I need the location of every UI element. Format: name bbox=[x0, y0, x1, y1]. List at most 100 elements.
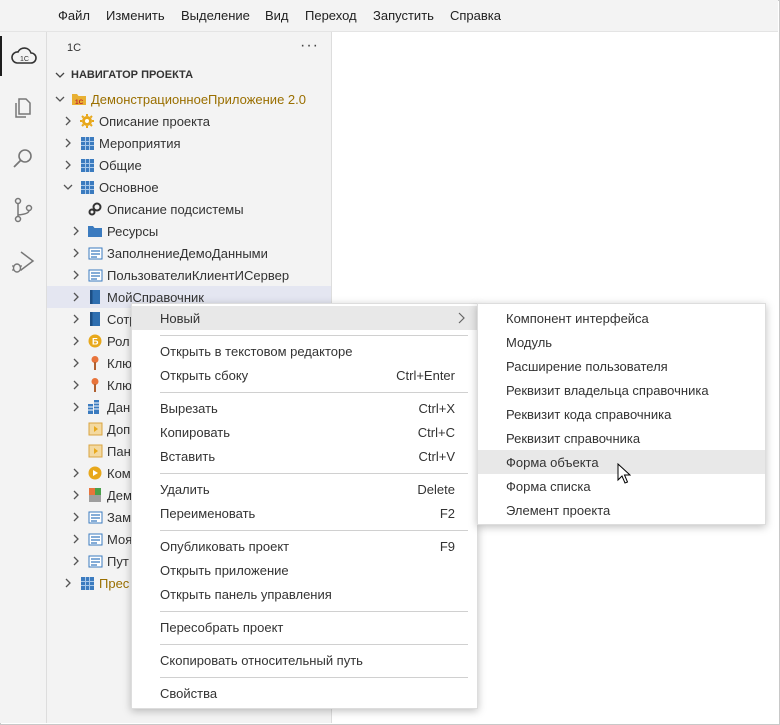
chevron-right-icon[interactable] bbox=[61, 578, 75, 588]
chevron-right-icon[interactable] bbox=[61, 116, 75, 126]
sub-item-label: Форма объекта bbox=[506, 454, 599, 470]
chart-icon bbox=[87, 487, 103, 503]
subsystem-icon bbox=[79, 135, 95, 151]
form-icon bbox=[87, 421, 103, 437]
tree-item-label: Описание подсистемы bbox=[107, 201, 244, 217]
chevron-right-icon[interactable] bbox=[69, 292, 83, 302]
ctx-open-side[interactable]: Открыть сбоку Ctrl+Enter bbox=[132, 363, 477, 387]
chevron-right-icon bbox=[458, 312, 465, 324]
menu-run[interactable]: Запустить bbox=[373, 8, 434, 23]
component-icon bbox=[87, 465, 103, 481]
chevron-right-icon[interactable] bbox=[69, 336, 83, 346]
source-control-icon[interactable] bbox=[0, 190, 46, 230]
ctx-open-text-editor[interactable]: Открыть в текстовом редакторе bbox=[132, 339, 477, 363]
subsystem-icon bbox=[79, 179, 95, 195]
chevron-down-icon[interactable] bbox=[61, 182, 75, 192]
chevron-right-icon[interactable] bbox=[69, 358, 83, 368]
tree-item[interactable]: Ресурсы bbox=[47, 220, 331, 242]
ctx-item-label: Открыть сбоку bbox=[160, 367, 249, 383]
chevron-right-icon[interactable] bbox=[69, 248, 83, 258]
chevron-right-icon[interactable] bbox=[61, 160, 75, 170]
tree-item[interactable]: ЗаполнениеДемоДанными bbox=[47, 242, 331, 264]
chevron-right-icon[interactable] bbox=[69, 512, 83, 522]
divider bbox=[160, 335, 468, 336]
ctx-item-label: Скопировать относительный путь bbox=[160, 652, 363, 668]
sub-item-label: Расширение пользователя bbox=[506, 358, 668, 374]
tree-item[interactable]: Общие bbox=[47, 154, 331, 176]
tree-item[interactable]: Описание подсистемы bbox=[47, 198, 331, 220]
ctx-rebuild[interactable]: Пересобрать проект bbox=[132, 615, 477, 639]
tree-item-label: Моя bbox=[107, 531, 133, 547]
tree-project-root[interactable]: 1C ДемонстрационноеПриложение 2.0 bbox=[47, 88, 331, 110]
ctx-copy[interactable]: Копировать Ctrl+C bbox=[132, 420, 477, 444]
mouse-cursor-icon bbox=[617, 463, 631, 484]
activity-bar: 1C bbox=[0, 32, 47, 723]
ctx-item-label: Новый bbox=[160, 310, 201, 326]
ctx-item-label: Вставить bbox=[160, 448, 216, 464]
ctx-item-label: Открыть в текстовом редакторе bbox=[160, 343, 353, 359]
ctx-delete[interactable]: Удалить Delete bbox=[132, 477, 477, 501]
sub-code-attribute[interactable]: Реквизит кода справочника bbox=[478, 402, 765, 426]
sub-project-element[interactable]: Элемент проекта bbox=[478, 498, 765, 522]
cloud-1c-icon[interactable]: 1C bbox=[0, 36, 46, 76]
menu-edit[interactable]: Изменить bbox=[106, 8, 165, 23]
chevron-right-icon[interactable] bbox=[69, 270, 83, 280]
chevron-right-icon[interactable] bbox=[69, 380, 83, 390]
sub-interface-component[interactable]: Компонент интерфейса bbox=[478, 306, 765, 330]
chevron-right-icon[interactable] bbox=[69, 468, 83, 478]
role-icon: Б bbox=[87, 333, 103, 349]
tree-item-label: Пан bbox=[107, 443, 131, 459]
more-actions-icon[interactable]: ··· bbox=[300, 37, 319, 55]
tree-item[interactable]: ПользователиКлиентИСервер bbox=[47, 264, 331, 286]
key-icon bbox=[87, 355, 103, 371]
ctx-cut[interactable]: Вырезать Ctrl+X bbox=[132, 396, 477, 420]
tree-item[interactable]: Мероприятия bbox=[47, 132, 331, 154]
ctx-copy-relative-path[interactable]: Скопировать относительный путь bbox=[132, 648, 477, 672]
run-debug-icon[interactable] bbox=[0, 242, 46, 282]
sub-item-label: Компонент интерфейса bbox=[506, 310, 649, 326]
tree-item[interactable]: Описание проекта bbox=[47, 110, 331, 132]
sub-item-label: Реквизит владельца справочника bbox=[506, 382, 709, 398]
search-icon[interactable] bbox=[0, 138, 46, 178]
section-header[interactable]: НАВИГАТОР ПРОЕКТА bbox=[55, 69, 193, 81]
tree-item[interactable]: Основное bbox=[47, 176, 331, 198]
sub-module[interactable]: Модуль bbox=[478, 330, 765, 354]
chevron-right-icon[interactable] bbox=[69, 556, 83, 566]
catalog-icon bbox=[87, 311, 103, 327]
sub-owner-attribute[interactable]: Реквизит владельца справочника bbox=[478, 378, 765, 402]
ctx-open-control-panel[interactable]: Открыть панель управления bbox=[132, 582, 477, 606]
ctx-paste[interactable]: Вставить Ctrl+V bbox=[132, 444, 477, 468]
ctx-shortcut: F2 bbox=[439, 505, 455, 521]
sub-user-extension[interactable]: Расширение пользователя bbox=[478, 354, 765, 378]
ctx-publish[interactable]: Опубликовать проект F9 bbox=[132, 534, 477, 558]
menu-bar: Файл Изменить Выделение Вид Переход Запу… bbox=[0, 0, 778, 32]
sub-catalog-attribute[interactable]: Реквизит справочника bbox=[478, 426, 765, 450]
gears-icon bbox=[87, 201, 103, 217]
svg-text:Б: Б bbox=[92, 337, 99, 347]
svg-text:1C: 1C bbox=[75, 99, 84, 106]
tree-item-label: Дем bbox=[107, 487, 132, 503]
chevron-right-icon[interactable] bbox=[61, 138, 75, 148]
tree-item-label: Пут bbox=[107, 553, 129, 569]
divider bbox=[160, 677, 468, 678]
ctx-item-label: Вырезать bbox=[160, 400, 218, 416]
menu-selection[interactable]: Выделение bbox=[181, 8, 250, 23]
menu-view[interactable]: Вид bbox=[265, 8, 289, 23]
files-icon[interactable] bbox=[0, 88, 46, 128]
ctx-rename[interactable]: Переименовать F2 bbox=[132, 501, 477, 525]
chevron-right-icon[interactable] bbox=[69, 490, 83, 500]
chevron-right-icon[interactable] bbox=[69, 314, 83, 324]
chevron-right-icon[interactable] bbox=[69, 226, 83, 236]
tree-item-label: Ком bbox=[107, 465, 131, 481]
divider bbox=[160, 473, 468, 474]
menu-go[interactable]: Переход bbox=[305, 8, 357, 23]
ctx-properties[interactable]: Свойства bbox=[132, 681, 477, 705]
chevron-right-icon[interactable] bbox=[69, 534, 83, 544]
svg-text:1C: 1C bbox=[20, 56, 29, 63]
ctx-new[interactable]: Новый bbox=[132, 306, 477, 330]
menu-help[interactable]: Справка bbox=[450, 8, 501, 23]
menu-file[interactable]: Файл bbox=[58, 8, 90, 23]
chevron-right-icon[interactable] bbox=[69, 402, 83, 412]
ctx-open-app[interactable]: Открыть приложение bbox=[132, 558, 477, 582]
ctx-item-label: Копировать bbox=[160, 424, 230, 440]
